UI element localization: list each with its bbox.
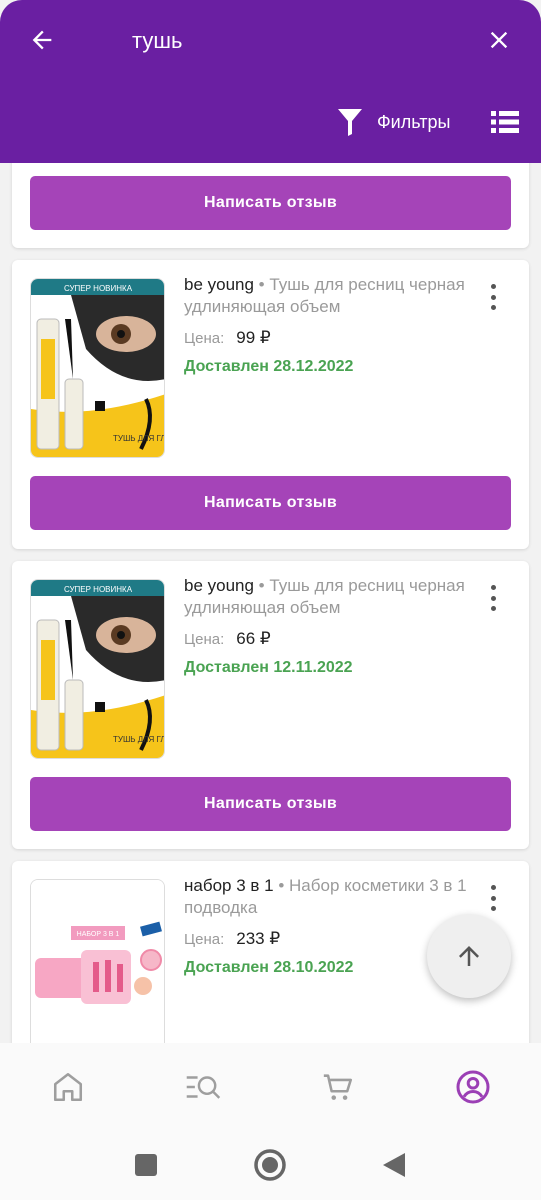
dot <box>490 585 496 590</box>
close-icon <box>490 31 508 49</box>
more-options-button[interactable] <box>481 282 505 312</box>
profile-icon <box>456 1070 490 1104</box>
search-query[interactable]: тушь <box>132 28 182 54</box>
nav-cart[interactable] <box>271 1043 406 1131</box>
delivery-status: Доставлен 28.12.2022 <box>184 358 354 375</box>
write-review-button[interactable]: Написать отзыв <box>30 476 511 530</box>
product-info[interactable]: be young • Тушь для ресниц черная удлиня… <box>184 274 474 376</box>
arrow-left-icon <box>32 30 52 50</box>
product-title: be young • Тушь для ресниц черная удлиня… <box>184 576 465 617</box>
triangle-back-icon <box>383 1153 405 1177</box>
delivery-status: Доставлен 12.11.2022 <box>184 659 353 676</box>
mascara-product-image: СУПЕР НОВИНКА ТУШЬ ДЛЯ ГЛАЗ <box>31 279 165 457</box>
price-label: Цена: <box>184 631 225 648</box>
clear-search-button[interactable] <box>481 22 517 58</box>
product-image[interactable]: СУПЕР НОВИНКА ТУШЬ ДЛЯ ГЛАЗ <box>30 278 165 458</box>
product-image[interactable]: НАБОР 3 В 1 <box>30 879 165 1043</box>
dot <box>490 606 496 611</box>
recent-apps-button[interactable] <box>128 1147 164 1183</box>
svg-text:СУПЕР НОВИНКА: СУПЕР НОВИНКА <box>64 284 133 293</box>
price-row: Цена: 99 ₽ <box>184 328 474 348</box>
dot <box>490 885 496 890</box>
square-icon <box>135 1154 157 1176</box>
product-title: набор 3 в 1 • Набор косметики 3 в 1 подв… <box>184 876 467 917</box>
cosmetics-set-image: НАБОР 3 В 1 <box>31 880 164 1043</box>
filters-button[interactable]: Фильтры <box>337 104 450 140</box>
dot <box>490 895 496 901</box>
product-info[interactable]: be young • Тушь для ресниц черная удлиня… <box>184 575 474 677</box>
list-view-button[interactable] <box>489 106 521 138</box>
catalog-search-icon <box>186 1076 221 1099</box>
write-review-button[interactable]: Написать отзыв <box>30 176 511 230</box>
svg-text:ТУШЬ ДЛЯ ГЛАЗ: ТУШЬ ДЛЯ ГЛАЗ <box>113 434 165 443</box>
top-app-bar: тушь Фильтры <box>0 0 541 163</box>
more-options-button[interactable] <box>481 883 505 913</box>
dot <box>490 595 496 601</box>
price-label: Цена: <box>184 330 225 347</box>
price-value: 99 ₽ <box>236 328 271 347</box>
scroll-to-top-button[interactable] <box>427 914 511 998</box>
product-brand: be young <box>184 275 254 294</box>
dot <box>490 284 496 289</box>
more-options-button[interactable] <box>481 583 505 613</box>
svg-text:СУПЕР НОВИНКА: СУПЕР НОВИНКА <box>64 585 133 594</box>
price-row: Цена: 66 ₽ <box>184 629 474 649</box>
list-view-icon <box>491 111 519 133</box>
product-image[interactable]: СУПЕР НОВИНКА ТУШЬ ДЛЯ ГЛАЗ <box>30 579 165 759</box>
price-label: Цена: <box>184 931 225 948</box>
svg-text:ТУШЬ ДЛЯ ГЛАЗ: ТУШЬ ДЛЯ ГЛАЗ <box>113 735 165 744</box>
system-navigation-bar <box>0 1131 541 1200</box>
price-value: 233 ₽ <box>236 929 281 948</box>
product-brand: be young <box>184 576 254 595</box>
home-icon <box>53 1072 82 1102</box>
order-card: Написать отзыв <box>12 163 529 248</box>
home-system-button[interactable] <box>252 1147 288 1183</box>
svg-text:НАБОР 3 В 1: НАБОР 3 В 1 <box>77 931 120 938</box>
dot <box>490 294 496 300</box>
nav-catalog[interactable] <box>135 1043 270 1131</box>
product-title: be young • Тушь для ресниц черная удлиня… <box>184 275 465 316</box>
circle-icon <box>254 1149 286 1181</box>
cart-icon <box>323 1074 353 1100</box>
filters-label: Фильтры <box>377 111 451 132</box>
orders-list[interactable]: Написать отзыв СУПЕР НОВИНКА ТУШЬ ДЛЯ ГЛ… <box>0 163 541 1043</box>
bottom-navigation <box>0 1043 541 1131</box>
mascara-product-image: СУПЕР НОВИНКА ТУШЬ ДЛЯ ГЛАЗ <box>31 580 165 758</box>
nav-home[interactable] <box>0 1043 135 1131</box>
nav-profile[interactable] <box>406 1043 541 1131</box>
write-review-button[interactable]: Написать отзыв <box>30 777 511 831</box>
product-brand: набор 3 в 1 <box>184 876 274 895</box>
back-system-button[interactable] <box>376 1147 412 1183</box>
filter-funnel-icon <box>338 109 362 136</box>
arrow-up-icon <box>459 946 479 966</box>
dot <box>490 906 496 911</box>
back-button[interactable] <box>24 22 60 58</box>
price-value: 66 ₽ <box>236 629 271 648</box>
order-card: СУПЕР НОВИНКА ТУШЬ ДЛЯ ГЛАЗ be young • Т… <box>12 561 529 849</box>
order-card: СУПЕР НОВИНКА ТУШЬ ДЛЯ ГЛАЗ be young • Т… <box>12 260 529 549</box>
dot <box>490 305 496 310</box>
